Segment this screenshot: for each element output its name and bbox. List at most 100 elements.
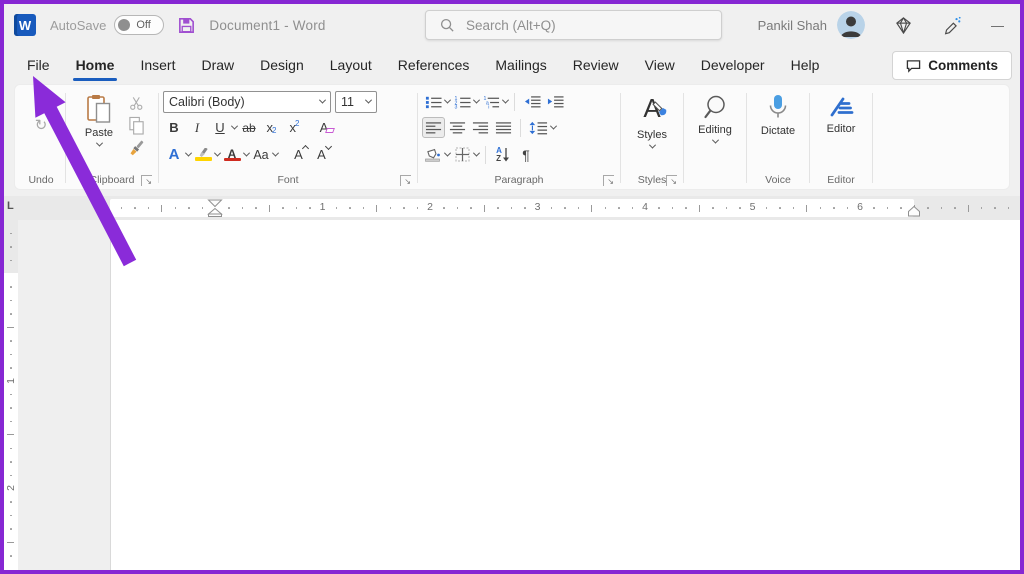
underline-chevron[interactable]	[231, 123, 238, 130]
tab-insert[interactable]: Insert	[127, 46, 188, 84]
tab-layout[interactable]: Layout	[317, 46, 385, 84]
increase-indent-button[interactable]	[544, 91, 566, 112]
align-left-button[interactable]	[422, 117, 445, 138]
ruler-tick	[390, 207, 392, 209]
tab-developer[interactable]: Developer	[688, 46, 778, 84]
tab-mailings[interactable]: Mailings	[482, 46, 559, 84]
sort-button[interactable]: AZ	[492, 144, 514, 165]
word-app-icon[interactable]: W	[14, 14, 36, 36]
change-case-button[interactable]: Aa	[250, 144, 272, 165]
font-size-combo[interactable]: 11	[335, 91, 377, 113]
dictate-button[interactable]: Dictate	[751, 89, 805, 137]
tab-stop-selector[interactable]: L	[7, 200, 14, 212]
horizontal-ruler[interactable]: 123456	[110, 199, 1015, 217]
tab-view[interactable]: View	[632, 46, 688, 84]
borders-button[interactable]	[451, 144, 473, 165]
ruler-tick	[403, 207, 405, 209]
comments-button[interactable]: Comments	[892, 51, 1012, 80]
line-spacing-button[interactable]	[527, 117, 550, 138]
superscript-button[interactable]: x2	[284, 117, 306, 138]
multilevel-chevron[interactable]	[502, 97, 509, 104]
editing-chevron[interactable]	[711, 137, 718, 144]
search-bar[interactable]	[425, 10, 722, 40]
align-right-button[interactable]	[469, 117, 491, 138]
change-case-chevron[interactable]	[272, 150, 279, 157]
editing-button[interactable]: Editing	[688, 89, 742, 144]
text-effects-chevron[interactable]	[185, 150, 192, 157]
borders-chevron[interactable]	[473, 150, 480, 157]
user-name[interactable]: Pankil Shah	[758, 18, 827, 33]
tab-file[interactable]: File	[14, 46, 63, 84]
styles-dialog-launcher[interactable]: ↘	[666, 175, 677, 186]
editor-group: Editor Editor	[810, 87, 872, 189]
clipboard-dialog-launcher[interactable]: ↘	[141, 175, 152, 186]
search-input[interactable]	[464, 17, 694, 34]
word-window: W AutoSave Off Document1 - Word Pankil S…	[0, 0, 1024, 574]
ruler-tick	[7, 434, 14, 435]
premium-diamond-icon[interactable]	[894, 16, 913, 35]
right-indent-marker[interactable]	[906, 199, 922, 217]
bullets-button[interactable]	[422, 91, 444, 112]
font-name-chevron[interactable]	[319, 97, 326, 104]
bullets-chevron[interactable]	[444, 97, 451, 104]
tab-references[interactable]: References	[385, 46, 483, 84]
tab-design[interactable]: Design	[247, 46, 317, 84]
grow-font-button[interactable]: A	[290, 144, 312, 165]
ruler-tick	[255, 207, 257, 209]
format-painter-button[interactable]	[125, 138, 147, 159]
font-name-combo[interactable]: Calibri (Body)	[163, 91, 331, 113]
tab-home[interactable]: Home	[63, 46, 128, 84]
highlight-chevron[interactable]	[214, 150, 221, 157]
marker-pen-icon[interactable]	[942, 15, 962, 35]
italic-button[interactable]: I	[186, 117, 208, 138]
clear-formatting-button[interactable]: A	[316, 117, 338, 138]
styles-chevron[interactable]	[648, 142, 655, 149]
highlight-color-bar	[195, 157, 212, 161]
copy-button[interactable]	[125, 115, 147, 136]
text-effects-button[interactable]: A	[163, 144, 185, 165]
cut-button[interactable]	[125, 92, 147, 113]
minimize-button[interactable]: —	[991, 18, 1004, 33]
tab-draw[interactable]: Draw	[188, 46, 247, 84]
strikethrough-button[interactable]: ab	[238, 117, 260, 138]
show-paragraph-marks-button[interactable]: ¶	[515, 144, 537, 165]
paste-button[interactable]: Paste	[77, 89, 121, 147]
numbering-chevron[interactable]	[473, 97, 480, 104]
ruler-tick	[10, 246, 12, 248]
tab-review[interactable]: Review	[560, 46, 632, 84]
align-center-button[interactable]	[446, 117, 468, 138]
styles-button[interactable]: A Styles	[625, 89, 679, 149]
ruler-tick	[726, 207, 728, 209]
paste-dropdown-chevron[interactable]	[95, 140, 102, 147]
font-color-chevron[interactable]	[243, 150, 250, 157]
subscript-button[interactable]: x2	[261, 117, 283, 138]
shading-button[interactable]	[422, 144, 444, 165]
line-spacing-chevron[interactable]	[550, 123, 557, 130]
redo-button[interactable]: ↻	[30, 114, 52, 135]
editor-button[interactable]: Editor	[814, 89, 868, 135]
paragraph-dialog-launcher[interactable]: ↘	[603, 175, 614, 186]
ruler-tick	[873, 207, 875, 209]
multilevel-list-button[interactable]: 1ai	[480, 91, 502, 112]
font-dialog-launcher[interactable]: ↘	[400, 175, 411, 186]
decrease-indent-button[interactable]	[521, 91, 543, 112]
autosave-toggle[interactable]: Off	[114, 15, 164, 35]
user-avatar[interactable]	[837, 11, 865, 39]
bold-button[interactable]: B	[163, 117, 185, 138]
document-page[interactable]	[110, 220, 1020, 570]
ruler-tick	[349, 207, 351, 209]
font-size-chevron[interactable]	[365, 97, 372, 104]
justify-button[interactable]	[492, 117, 514, 138]
ruler-tick	[779, 207, 781, 209]
tab-help[interactable]: Help	[778, 46, 833, 84]
underline-button[interactable]: U	[209, 117, 231, 138]
numbering-button[interactable]: 123	[451, 91, 473, 112]
shading-chevron[interactable]	[444, 150, 451, 157]
undo-button[interactable]: ↶	[30, 89, 52, 110]
vertical-ruler[interactable]: 12	[4, 220, 18, 570]
highlight-button[interactable]	[192, 144, 214, 165]
shrink-font-button[interactable]: A	[313, 144, 335, 165]
indent-markers[interactable]	[207, 199, 223, 217]
font-color-button[interactable]: A	[221, 144, 243, 165]
save-icon[interactable]	[177, 16, 196, 35]
